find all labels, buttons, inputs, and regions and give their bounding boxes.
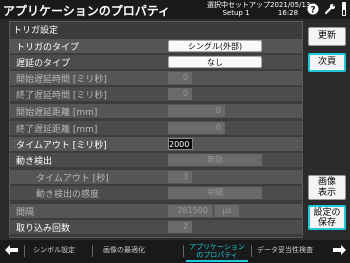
tab-symbol-settings[interactable]: シンボル設定	[33, 245, 75, 255]
row-motion-timeout: タイムアウト [秒] 3	[10, 170, 302, 184]
row-interval: 間隔 281500 μs	[10, 204, 302, 218]
status-icon	[342, 2, 346, 16]
selected-setup-label: 選択中セットアップ	[207, 1, 270, 9]
start-delay-distance-label: 開始遅延距離 [mm]	[16, 108, 98, 118]
row-motion-detection: 動き検出 無効	[10, 153, 302, 167]
start-delay-time-input: 0	[168, 72, 192, 84]
panel-title: トリガ設定	[13, 26, 59, 36]
tab-application-properties[interactable]: アプリケーション のプロパティ	[186, 243, 248, 259]
interval-input: 281500	[168, 205, 212, 217]
update-button[interactable]: 更新	[308, 27, 346, 46]
motion-detection-select: 無効	[168, 154, 262, 166]
row-start-delay-distance: 開始遅延距離 [mm] 0	[10, 104, 302, 118]
datetime: 2021/05/13 16:28	[270, 1, 311, 17]
question-icon[interactable]: ?	[307, 3, 319, 15]
row-end-delay-time: 終了遅延時間 [ミリ秒] 0	[10, 87, 302, 101]
nav-separator	[24, 245, 25, 257]
nav-separator	[92, 245, 93, 257]
save-settings-button[interactable]: 設定の 保存	[308, 205, 346, 230]
image-display-button[interactable]: 画像 表示	[308, 175, 346, 200]
date: 2021/05/13	[270, 1, 311, 9]
capture-count-label: 取り込み回数	[16, 224, 71, 234]
tab-data-validation[interactable]: データ妥当性検査	[257, 245, 313, 255]
active-tab-indicator	[186, 260, 248, 262]
end-delay-time-input: 0	[168, 88, 192, 100]
trigger-type-select[interactable]: シングル(外部)	[168, 40, 262, 52]
timeout-input[interactable]: 2000	[168, 138, 193, 150]
row-trigger-type: トリガのタイプ シングル(外部)	[10, 39, 302, 53]
nav-separator	[183, 245, 184, 257]
timeout-label: タイムアウト [ミリ秒]	[16, 141, 107, 151]
image-display-label-1: 画像	[317, 177, 336, 187]
delay-type-label: 遅延のタイプ	[16, 59, 71, 69]
image-display-label-2: 表示	[317, 188, 336, 198]
row-delay-type: 遅延のタイプ なし	[10, 55, 302, 69]
capture-count-input: 2	[168, 221, 192, 233]
trigger-type-label: トリガのタイプ	[16, 43, 80, 53]
end-delay-time-label: 終了遅延時間 [ミリ秒]	[16, 91, 107, 101]
interval-label: 間隔	[16, 208, 35, 218]
row-end-delay-distance: 終了遅延距離 [mm] 0	[10, 121, 302, 135]
motion-sensitivity-label: 動き検出の感度	[36, 190, 100, 200]
row-timeout: タイムアウト [ミリ秒] 2000	[10, 137, 302, 151]
tab-application-properties-line1: アプリケーション	[189, 243, 245, 251]
nav-separator	[251, 245, 252, 257]
svg-text:?: ?	[310, 6, 315, 16]
window-title: アプリケーションのプロパティ	[3, 4, 171, 18]
save-settings-label-2: 保存	[317, 218, 336, 228]
end-delay-distance-input: 0	[168, 122, 225, 134]
wrench-icon[interactable]	[324, 3, 336, 15]
interval-unit-select: μs	[215, 205, 239, 217]
tab-image-optimization[interactable]: 画像の最適化	[103, 245, 145, 255]
selected-setup[interactable]: 選択中セットアップ Setup 1	[207, 1, 270, 17]
tab-application-properties-line2: のプロパティ	[196, 251, 238, 259]
row-motion-sensitivity: 動き検出の感度 中間	[10, 186, 302, 200]
save-settings-label-1: 設定の	[313, 208, 341, 218]
start-delay-time-label: 開始遅延時間 [ミリ秒]	[16, 75, 107, 85]
forward-arrow-icon[interactable]	[331, 244, 347, 258]
row-capture-count: 取り込み回数 2	[10, 220, 302, 234]
delay-type-select[interactable]: なし	[168, 56, 262, 68]
motion-detection-label: 動き検出	[16, 157, 53, 167]
next-page-button[interactable]: 次頁	[308, 53, 346, 72]
motion-sensitivity-select: 中間	[168, 187, 262, 199]
row-start-delay-time: 開始遅延時間 [ミリ秒] 0	[10, 71, 302, 85]
time: 16:28	[277, 9, 299, 17]
motion-timeout-input: 3	[168, 171, 192, 183]
end-delay-distance-label: 終了遅延距離 [mm]	[16, 125, 98, 135]
motion-timeout-label: タイムアウト [秒]	[36, 174, 109, 184]
start-delay-distance-input: 0	[168, 105, 225, 117]
selected-setup-name: Setup 1	[222, 9, 250, 17]
back-arrow-icon[interactable]	[4, 244, 20, 258]
